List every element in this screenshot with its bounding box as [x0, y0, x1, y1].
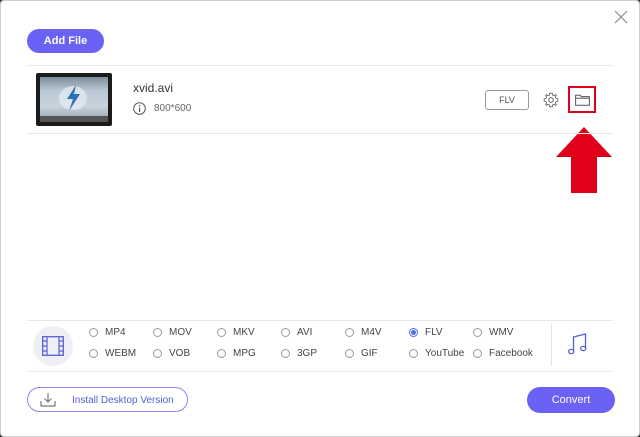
divider-formats-bottom [27, 371, 613, 372]
format-option-webm[interactable]: WEBM [89, 346, 136, 360]
format-option-mp4[interactable]: MP4 [89, 325, 126, 339]
format-label: MKV [233, 326, 255, 338]
radio-mpg[interactable] [217, 348, 226, 358]
format-divider [551, 324, 552, 366]
radio-flv-selected[interactable] [409, 327, 418, 337]
format-option-mkv[interactable]: MKV [217, 325, 255, 339]
gear-icon[interactable] [543, 92, 559, 108]
radio-avi[interactable] [281, 327, 290, 337]
close-button[interactable] [613, 9, 629, 25]
format-label: MPG [233, 347, 256, 359]
format-option-vob[interactable]: VOB [153, 346, 190, 360]
radio-3gp[interactable] [281, 348, 290, 358]
radio-gif[interactable] [345, 348, 354, 358]
thumbnail-bar [40, 116, 108, 122]
format-label: GIF [361, 347, 378, 359]
format-option-mpg[interactable]: MPG [217, 346, 256, 360]
divider-file-bottom [27, 133, 613, 134]
format-label: FLV [425, 326, 443, 338]
convert-button[interactable]: Convert [527, 387, 615, 413]
radio-vob[interactable] [153, 348, 162, 358]
radio-youtube[interactable] [409, 348, 418, 358]
converter-dialog: Add File xvid.avi 800*600 FLV MP4 MOV MK… [0, 0, 640, 437]
file-row: xvid.avi 800*600 FLV [27, 65, 615, 133]
format-option-facebook[interactable]: Facebook [473, 346, 533, 360]
radio-wmv[interactable] [473, 327, 482, 337]
output-format-button[interactable]: FLV [485, 90, 529, 110]
format-label: MOV [169, 326, 192, 338]
format-label: YouTube [425, 347, 465, 359]
format-panel: MP4 MOV MKV AVI M4V FLV WMV WEBM VOB MPG… [27, 320, 615, 371]
film-icon [42, 336, 64, 356]
install-desktop-button[interactable]: Install Desktop Version [27, 387, 188, 412]
format-option-wmv[interactable]: WMV [473, 325, 513, 339]
file-name: xvid.avi [133, 81, 174, 95]
install-desktop-label: Install Desktop Version [72, 395, 174, 406]
add-file-button[interactable]: Add File [27, 29, 104, 53]
format-label: WEBM [105, 347, 137, 359]
video-logo-image [59, 85, 87, 111]
format-label: MP4 [105, 326, 126, 338]
format-option-flv[interactable]: FLV [409, 325, 443, 339]
radio-m4v[interactable] [345, 327, 354, 337]
open-folder-button[interactable] [568, 86, 596, 113]
format-label: Facebook [489, 347, 533, 359]
video-thumbnail[interactable] [36, 73, 112, 126]
close-icon [614, 10, 628, 24]
radio-mkv[interactable] [217, 327, 226, 337]
folder-icon [575, 94, 590, 106]
video-format-tab[interactable] [33, 326, 73, 366]
format-label: M4V [361, 326, 382, 338]
red-arrow-up [556, 127, 612, 193]
format-label: WMV [489, 326, 514, 338]
format-option-m4v[interactable]: M4V [345, 325, 382, 339]
format-option-avi[interactable]: AVI [281, 325, 312, 339]
radio-facebook[interactable] [473, 348, 482, 358]
radio-mov[interactable] [153, 327, 162, 337]
format-label: VOB [169, 347, 191, 359]
info-icon[interactable] [133, 102, 146, 115]
file-dimensions: 800*600 [154, 103, 192, 114]
format-option-gif[interactable]: GIF [345, 346, 378, 360]
format-option-3gp[interactable]: 3GP [281, 346, 317, 360]
radio-webm[interactable] [89, 348, 98, 358]
download-icon [40, 393, 56, 407]
format-label: 3GP [297, 347, 318, 359]
radio-mp4[interactable] [89, 327, 98, 337]
music-note-icon[interactable] [567, 333, 587, 357]
format-label: AVI [297, 326, 313, 338]
format-option-youtube[interactable]: YouTube [409, 346, 464, 360]
format-option-mov[interactable]: MOV [153, 325, 192, 339]
